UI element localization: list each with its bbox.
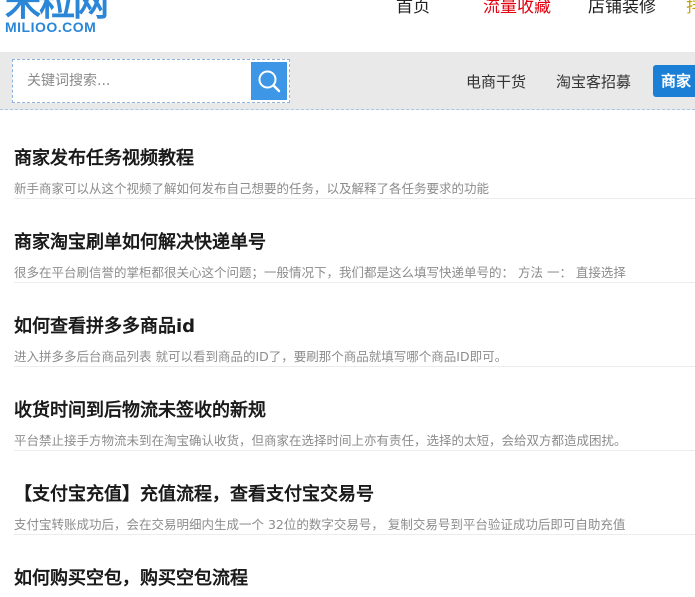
search-icon: [258, 70, 281, 93]
category-taobaoke-recruit[interactable]: 淘宝客招募: [556, 72, 631, 92]
nav-traffic-favorites[interactable]: 流量收藏: [483, 0, 551, 18]
main-nav: 首页 流量收藏 店铺装修 排: [0, 0, 695, 20]
list-item[interactable]: 商家发布任务视频教程 新手商家可以从这个视频了解如何发布自己想要的任务，以及解释…: [14, 110, 695, 199]
nav-shop-decoration[interactable]: 店铺装修: [588, 0, 656, 18]
nav-home[interactable]: 首页: [396, 0, 430, 18]
list-item[interactable]: 如何查看拼多多商品id 进入拼多多后台商品列表 就可以看到商品的ID了，要刷那个…: [14, 278, 695, 367]
search-bar: 电商干货 淘宝客招募 商家: [0, 52, 695, 110]
article-title[interactable]: 如何查看拼多多商品id: [14, 314, 195, 340]
top-header: 米粒网 MILIOO.COM 首页 流量收藏 店铺装修 排: [0, 0, 695, 52]
article-title[interactable]: 【支付宝充值】充值流程，查看支付宝交易号: [14, 482, 374, 508]
logo-domain: MILIOO.COM: [5, 19, 97, 35]
list-item[interactable]: 收货时间到后物流未签收的新规 平台禁止接手方物流未到在淘宝确认收货，但商家在选择…: [14, 362, 695, 451]
article-title[interactable]: 如何购买空包，购买空包流程: [14, 566, 248, 592]
search-input[interactable]: [15, 62, 251, 100]
list-item[interactable]: 【支付宝充值】充值流程，查看支付宝交易号 支付宝转账成功后，会在交易明细内生成一…: [14, 446, 695, 535]
page: 米粒网 MILIOO.COM 首页 流量收藏 店铺装修 排 电商干货 淘宝客招募…: [0, 0, 695, 597]
article-title[interactable]: 商家发布任务视频教程: [14, 146, 194, 172]
list-item[interactable]: 如何购买空包，购买空包流程: [14, 530, 695, 597]
article-title[interactable]: 商家淘宝刷单如何解决快递单号: [14, 230, 266, 256]
search-box: [12, 59, 290, 103]
search-button[interactable]: [251, 62, 287, 100]
category-ecommerce-tips[interactable]: 电商干货: [466, 72, 526, 92]
nav-more[interactable]: 排: [686, 0, 695, 18]
list-item[interactable]: 商家淘宝刷单如何解决快递单号 很多在平台刷信誉的掌柜都很关心这个问题；一般情况下…: [14, 194, 695, 283]
category-merchant[interactable]: 商家: [653, 65, 695, 97]
article-title[interactable]: 收货时间到后物流未签收的新规: [14, 398, 266, 424]
